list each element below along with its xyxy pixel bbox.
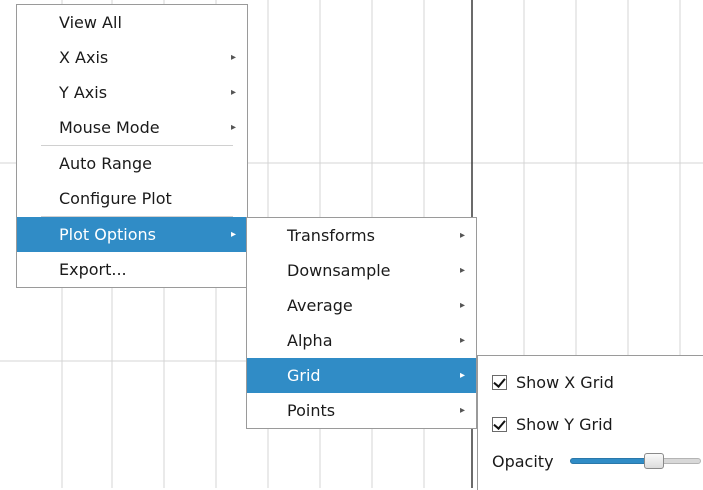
menu-item-transforms[interactable]: Transforms ▸ [247,218,476,253]
menu-item-grid-label: Grid [287,366,321,385]
show-y-grid-checkbox[interactable] [492,417,507,432]
menu-item-plot-options-label: Plot Options [59,225,156,244]
grid-submenu: Show X Grid Show Y Grid Opacity [477,355,703,490]
menu-item-configure-plot-label: Configure Plot [59,189,172,208]
menu-item-average[interactable]: Average ▸ [247,288,476,323]
show-x-grid-label: Show X Grid [516,373,614,392]
show-x-grid-checkbox[interactable] [492,375,507,390]
submenu-arrow-icon: ▸ [230,52,236,63]
menu-item-x-axis-label: X Axis [59,48,109,67]
menu-item-plot-options[interactable]: Plot Options ▸ [17,217,247,252]
plot-options-submenu: Transforms ▸ Downsample ▸ Average ▸ Alph… [246,217,477,429]
menu-item-points-label: Points [287,401,336,420]
menu-item-points[interactable]: Points ▸ [247,393,476,428]
menu-item-y-axis[interactable]: Y Axis ▸ [17,75,247,110]
menu-item-x-axis[interactable]: X Axis ▸ [17,40,247,75]
submenu-arrow-icon: ▸ [459,405,465,416]
menu-item-configure-plot[interactable]: Configure Plot [17,181,247,216]
menu-item-y-axis-label: Y Axis [59,83,108,102]
menu-item-downsample-label: Downsample [287,261,391,280]
menu-item-mouse-mode[interactable]: Mouse Mode ▸ [17,110,247,145]
opacity-control: Opacity [492,452,701,472]
opacity-slider[interactable] [570,453,701,469]
submenu-arrow-icon: ▸ [459,335,465,346]
submenu-arrow-icon: ▸ [230,87,236,98]
menu-item-downsample[interactable]: Downsample ▸ [247,253,476,288]
opacity-slider-fill [570,458,654,464]
submenu-arrow-icon: ▸ [459,265,465,276]
menu-item-view-all-label: View All [59,13,122,32]
show-y-grid-label: Show Y Grid [516,415,613,434]
opacity-label: Opacity [492,452,554,471]
submenu-arrow-icon: ▸ [230,229,236,240]
show-y-grid-option[interactable]: Show Y Grid [492,414,613,436]
menu-item-grid[interactable]: Grid ▸ [247,358,476,393]
plot-context-menu: View All X Axis ▸ Y Axis ▸ Mouse Mode ▸ … [16,4,248,288]
menu-item-mouse-mode-label: Mouse Mode [59,118,160,137]
menu-item-export[interactable]: Export... [17,252,247,287]
menu-item-auto-range[interactable]: Auto Range [17,146,247,181]
show-x-grid-option[interactable]: Show X Grid [492,372,614,394]
submenu-arrow-icon: ▸ [230,122,236,133]
menu-item-alpha[interactable]: Alpha ▸ [247,323,476,358]
submenu-arrow-icon: ▸ [459,370,465,381]
menu-item-transforms-label: Transforms [287,226,375,245]
menu-item-view-all[interactable]: View All [17,5,247,40]
submenu-arrow-icon: ▸ [459,300,465,311]
menu-item-alpha-label: Alpha [287,331,333,350]
menu-item-auto-range-label: Auto Range [59,154,152,173]
opacity-slider-handle[interactable] [644,453,664,469]
menu-item-average-label: Average [287,296,353,315]
menu-item-export-label: Export... [59,260,127,279]
submenu-arrow-icon: ▸ [459,230,465,241]
